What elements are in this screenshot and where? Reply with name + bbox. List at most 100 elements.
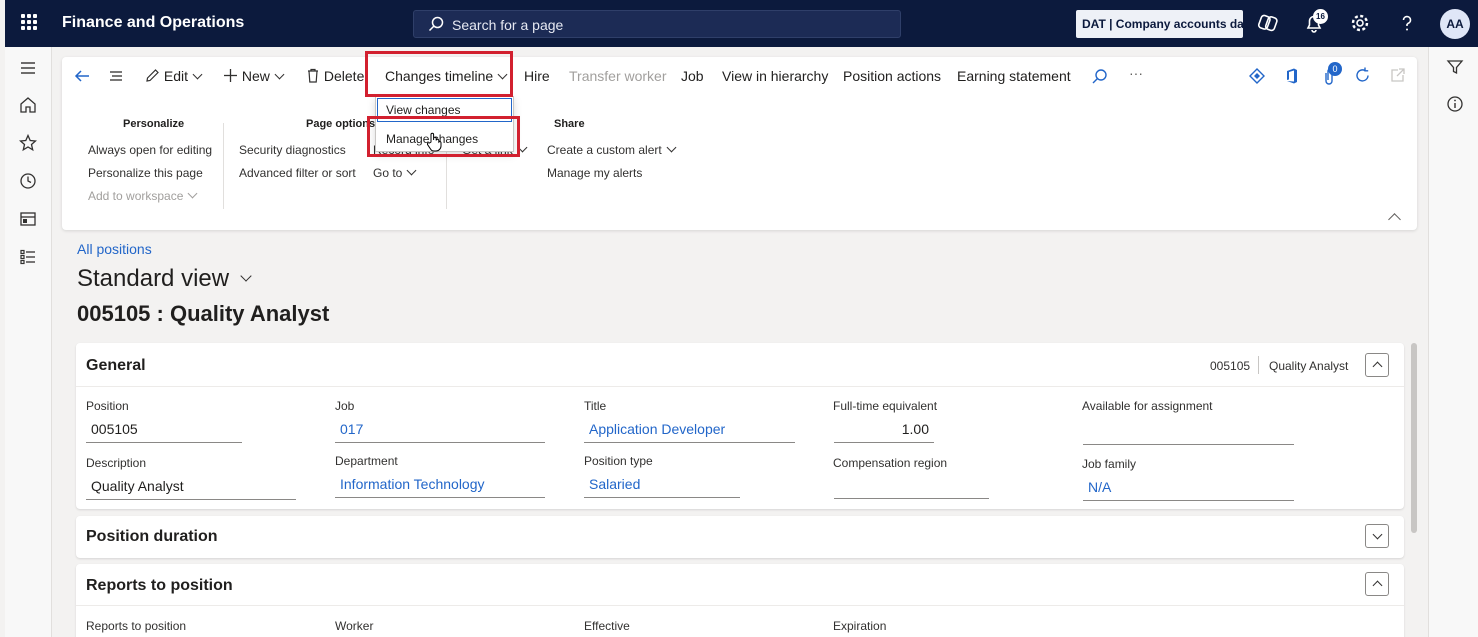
copilot-icon[interactable] [1257,12,1279,34]
menu-lines-icon[interactable] [107,67,125,85]
fasttab-header-divider [76,605,1404,606]
collapse-reports-to-position-button[interactable] [1365,572,1389,596]
page-title: Standard view [77,265,230,292]
position-type-field[interactable]: Salaried [584,476,740,498]
job-family-label: Job family [1082,457,1137,471]
job-field[interactable]: 017 [335,421,545,443]
add-to-workspace-button[interactable]: Add to workspace [88,188,198,203]
open-in-new-window-icon[interactable] [1389,67,1406,84]
search-input[interactable]: Search for a page [413,10,901,38]
share-group-title: Share [554,118,585,130]
title-field[interactable]: Application Developer [584,421,795,443]
new-label: New [241,68,270,84]
page-options-group-title: Page options [306,118,376,130]
star-icon[interactable] [19,134,37,152]
manage-my-alerts-button[interactable]: Manage my alerts [547,166,642,180]
app-launcher-icon[interactable] [21,14,37,30]
full-time-equivalent-field[interactable]: 1.00 [834,421,934,443]
column-header-reports-to-position[interactable]: Reports to position [86,619,186,633]
expand-position-duration-button[interactable] [1365,524,1389,548]
chevron-up-icon [1372,580,1383,591]
refresh-icon[interactable] [1354,67,1371,84]
delete-button[interactable]: Delete [306,68,364,84]
department-field[interactable]: Information Technology [335,476,545,498]
workspace-icon[interactable] [19,210,37,228]
avatar[interactable]: AA [1440,9,1470,39]
compensation-region-field[interactable] [834,477,989,499]
search-placeholder: Search for a page [452,17,564,33]
collapse-general-button[interactable] [1365,353,1389,377]
office-icon[interactable] [1284,67,1300,85]
chevron-down-icon [666,142,677,153]
earning-statement-button[interactable]: Earning statement [957,68,1071,84]
fasttab-header-divider [76,386,1404,387]
modules-list-icon[interactable] [19,248,37,266]
power-apps-icon[interactable] [1249,68,1265,84]
right-rail [1428,47,1478,637]
position-duration-fasttab: Position duration [76,516,1404,558]
job-label: Job [335,399,355,413]
position-type-label: Position type [584,454,653,468]
hire-button[interactable]: Hire [524,68,550,84]
security-diagnostics-button[interactable]: Security diagnostics [239,143,346,157]
go-to-label: Go to [373,166,403,180]
column-header-expiration[interactable]: Expiration [833,619,886,633]
home-icon[interactable] [19,96,37,114]
general-fasttab: General 005105 Quality Analyst Position … [76,343,1404,509]
company-picker[interactable]: DAT | Company accounts data [1076,10,1255,38]
general-fasttab-title[interactable]: General [86,357,146,375]
view-in-hierarchy-button[interactable]: View in hierarchy [722,68,828,84]
advanced-filter-or-sort-button[interactable]: Advanced filter or sort [239,166,356,180]
title-label: Title [584,399,607,413]
job-button[interactable]: Job [681,68,704,84]
personalize-this-page-button[interactable]: Personalize this page [88,166,203,180]
breadcrumb[interactable]: All positions [77,241,152,257]
search-icon [428,16,444,32]
position-actions-button[interactable]: Position actions [843,68,941,84]
column-header-effective[interactable]: Effective [584,619,630,633]
search-icon[interactable] [1091,68,1108,85]
trash-icon [308,68,318,83]
new-button[interactable]: New [223,68,285,84]
always-open-for-editing-button[interactable]: Always open for editing [88,143,212,157]
hamburger-menu-icon[interactable] [19,59,37,77]
view-selector[interactable]: Standard view [77,265,252,293]
reports-to-position-fasttab-title[interactable]: Reports to position [86,577,233,595]
create-custom-alert-label: Create a custom alert [547,143,662,157]
more-options-button[interactable]: ··· [1129,65,1143,81]
plus-icon [224,69,237,82]
position-label: Position [86,399,129,413]
chevron-down-icon [187,188,198,199]
help-icon[interactable] [1396,12,1418,34]
info-icon[interactable] [1446,95,1464,113]
collapse-action-pane-icon[interactable] [1388,213,1401,226]
page-scrollbar[interactable] [1411,343,1417,533]
available-for-assignment-field[interactable] [1083,423,1294,445]
general-summary-id: 005105 [1210,359,1251,373]
position-duration-fasttab-title[interactable]: Position duration [86,528,218,546]
left-navigation-rail [5,47,52,637]
app-title[interactable]: Finance and Operations [62,14,244,32]
reports-to-position-fasttab: Reports to position Reports to position … [76,564,1404,637]
chevron-down-icon [274,69,285,80]
column-header-worker[interactable]: Worker [335,619,373,633]
go-to-button[interactable]: Go to [373,165,417,180]
transfer-worker-button[interactable]: Transfer worker [569,68,667,84]
position-field[interactable]: 005105 [86,421,242,443]
back-arrow-icon[interactable] [73,67,91,85]
filter-icon[interactable] [1446,58,1464,76]
summary-divider [1258,356,1259,374]
delete-label: Delete [323,68,365,84]
chevron-down-icon [406,165,417,176]
edit-label: Edit [163,68,189,84]
create-custom-alert-button[interactable]: Create a custom alert [547,142,677,157]
clock-icon[interactable] [19,172,37,190]
manage-changes-highlight [367,116,520,157]
gear-icon[interactable] [1349,12,1371,34]
chevron-up-icon [1372,361,1383,372]
job-family-field[interactable]: N/A [1083,479,1294,501]
record-title: 005105 : Quality Analyst [77,301,330,326]
edit-button[interactable]: Edit [145,68,203,84]
description-field[interactable]: Quality Analyst [86,478,296,500]
chevron-down-icon [192,69,203,80]
